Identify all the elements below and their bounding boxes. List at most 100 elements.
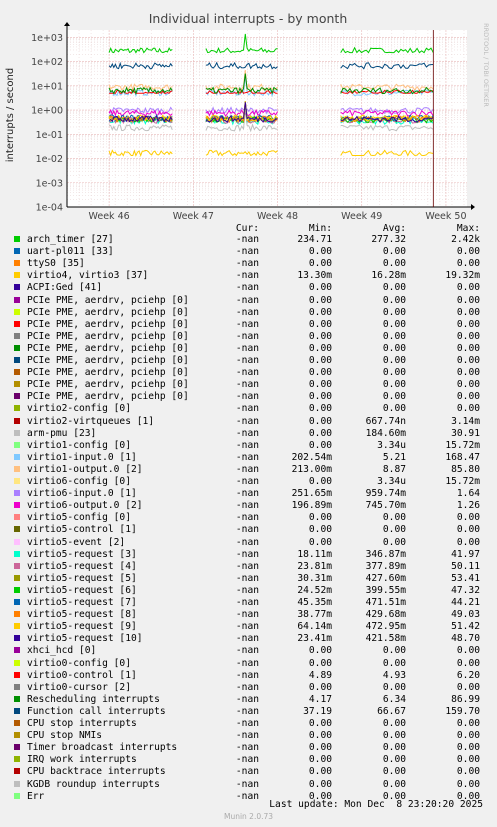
legend-cur-value: -nan <box>235 512 259 524</box>
legend-series-name: virtio5-request [9] <box>27 621 137 633</box>
legend-swatch <box>14 320 20 327</box>
legend-min-value: 45.35m <box>297 597 332 608</box>
legend-cur-value: -nan <box>235 258 259 270</box>
legend-min-value: 0.00 <box>308 427 332 439</box>
legend-swatch <box>14 441 20 448</box>
legend-swatch <box>14 732 20 739</box>
legend-max-value: 0.00 <box>456 318 480 330</box>
legend-max-value: 53.41 <box>451 572 480 584</box>
legend-min-value: 0.00 <box>308 258 332 270</box>
legend-row: PCIe PME, aerdrv, pciehp [0] -nan 0.00 0.00… <box>0 331 497 343</box>
legend-cur-value: -nan <box>235 609 259 621</box>
legend-series-name: IRQ work interrupts <box>27 754 137 766</box>
legend-series-name: PCIe PME, aerdrv, pciehp [0] <box>27 294 189 306</box>
legend-swatch <box>14 792 20 799</box>
legend-avg-value: 472.95m <box>365 621 406 633</box>
legend-min-value: 0.00 <box>308 282 332 294</box>
y-tick-label: 1e-03 <box>36 178 63 189</box>
legend-series-name: PCIe PME, aerdrv, pciehp [0] <box>27 367 189 379</box>
legend-row: virtio5-request [8] -nan 38.77m 429.68m 49.0… <box>0 609 497 621</box>
legend-min-value: 0.00 <box>308 476 332 487</box>
y-tick-label: 1e-04 <box>36 203 63 214</box>
legend-min-value: 0.00 <box>308 778 332 790</box>
legend-swatch <box>14 744 20 751</box>
legend-series-name: virtio4, virtio3 [37] <box>27 270 149 282</box>
legend-swatch <box>14 635 20 642</box>
legend-row: virtio2-config [0] -nan 0.00 0.00 0.00 <box>0 403 497 415</box>
legend-row: ACPI:Ged [41] -nan 0.00 0.00 0.00 <box>0 282 497 294</box>
legend-avg-value: 0.00 <box>382 657 406 669</box>
legend-cur-value: -nan <box>235 778 259 790</box>
legend-min-value: 0.00 <box>308 512 332 524</box>
legend-row: virtio5-request [6] -nan 24.52m 399.55m 47.3… <box>0 585 497 597</box>
legend-row: virtio5-request [9] -nan 64.14m 472.95m 51.4… <box>0 621 497 633</box>
legend-swatch <box>14 683 20 690</box>
legend-cur-value: -nan <box>235 415 259 427</box>
legend-avg-value: 277.32 <box>371 234 406 245</box>
legend-series-name: PCIe PME, aerdrv, pciehp [0] <box>27 391 189 403</box>
legend-series-name: virtio2-config [0] <box>27 403 131 415</box>
legend-cur-value: -nan <box>235 367 259 379</box>
legend-min-value: 0.00 <box>308 306 332 318</box>
legend-max-value: 85.80 <box>451 463 480 475</box>
legend-max-value: 0.00 <box>456 403 480 415</box>
legend-avg-value: 377.89m <box>365 560 406 572</box>
legend-swatch <box>14 599 20 605</box>
legend-avg-value: 745.70m <box>365 500 406 512</box>
legend-cur-value: -nan <box>235 669 259 681</box>
legend-row: virtio5-config [0] -nan 0.00 0.00 0.00 <box>0 512 497 524</box>
legend-row: virtio5-request [10] -nan 23.41m 421.58m 48.… <box>0 633 497 645</box>
legend-max-value: 19.32m <box>445 270 480 282</box>
legend-row: PCIe PME, aerdrv, pciehp [0] -nan 0.00 0.00… <box>0 307 497 319</box>
legend-min-value: 37.19 <box>303 705 332 717</box>
legend-series-name: virtio2-virtqueues [1] <box>27 415 155 427</box>
legend-cur-value: -nan <box>235 524 259 536</box>
legend-cur-value: -nan <box>235 742 259 754</box>
legend-avg-value: 346.87m <box>365 548 406 560</box>
legend-avg-value: 0.00 <box>382 536 406 548</box>
legend-avg-value: 0.00 <box>382 730 406 742</box>
legend-cur-value: -nan <box>235 645 259 657</box>
legend-series-name: virtio1-output.0 [2] <box>27 463 143 475</box>
legend-avg-value: 399.55m <box>365 584 406 596</box>
legend-swatch <box>14 344 20 351</box>
legend-avg-value: 6.34 <box>382 693 406 705</box>
legend-avg-value: 0.00 <box>382 282 406 294</box>
legend-max-value: 168.47 <box>445 451 480 463</box>
legend-max-value: 41.97 <box>451 548 480 560</box>
legend-row: virtio2-virtqueues [1] -nan 0.00 667.74n 3.1… <box>0 416 497 428</box>
legend-min-value: 0.00 <box>308 718 332 729</box>
legend-cur-value: -nan <box>235 439 259 451</box>
legend-swatch <box>14 308 20 315</box>
legend-swatch <box>14 284 20 291</box>
legend-row: ttyS0 [35] -nan 0.00 0.00 0.00 <box>0 258 497 270</box>
legend-max-value: 0.00 <box>456 657 480 669</box>
legend-header-avg: Avg: <box>382 223 406 234</box>
legend-series-name: arch_timer [27] <box>27 234 114 245</box>
legend-row: CPU backtrace interrupts -nan 0.00 0.00 0.00 <box>0 766 497 778</box>
legend-avg-value: 0.00 <box>382 754 406 766</box>
legend-series-name: virtio5-request [6] <box>27 584 137 596</box>
legend-swatch <box>14 514 20 521</box>
legend-series-name: CPU stop interrupts <box>27 718 137 729</box>
legend-cur-value: -nan <box>235 488 259 500</box>
legend-cur-value: -nan <box>235 560 259 572</box>
legend-min-value: 0.00 <box>308 415 332 427</box>
legend-series-name: KGDB roundup interrupts <box>27 778 160 790</box>
legend-row: virtio1-input.0 [1] -nan 202.54m 5.21 168.47 <box>0 452 497 464</box>
legend-swatch <box>14 381 20 388</box>
legend-row: virtio1-output.0 [2] -nan 213.00m 8.87 85.80 <box>0 464 497 476</box>
legend-row: PCIe PME, aerdrv, pciehp [0] -nan 0.00 0.00… <box>0 367 497 379</box>
legend-series-name: virtio5-request [5] <box>27 572 137 584</box>
legend-row: IRQ work interrupts -nan 0.00 0.00 0.00 <box>0 754 497 766</box>
legend-avg-value: 0.00 <box>382 403 406 415</box>
legend-series-name: CPU backtrace interrupts <box>27 766 166 778</box>
legend-swatch <box>14 768 20 775</box>
legend-min-value: 213.00m <box>291 463 332 475</box>
legend-avg-value: 429.68m <box>365 609 406 621</box>
legend-min-value: 0.00 <box>308 391 332 403</box>
legend-series-name: virtio1-config [0] <box>27 439 131 451</box>
x-tick-label: Week 50 <box>425 211 466 220</box>
legend-swatch <box>14 720 20 726</box>
legend-row: virtio5-request [5] -nan 30.31m 427.60m 53.4… <box>0 573 497 585</box>
